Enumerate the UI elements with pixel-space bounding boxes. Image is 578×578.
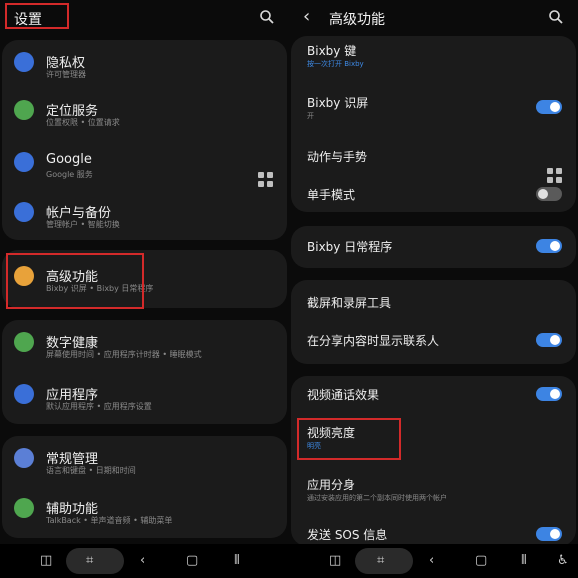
share-contacts-toggle[interactable] xyxy=(536,333,562,347)
search-icon[interactable] xyxy=(548,9,564,25)
nav-bar: ◫ ⌗ ‹ ▢ ⦀ ♿ xyxy=(289,544,578,578)
setting-one-handed-mode[interactable]: 单手模式 xyxy=(291,184,576,204)
apps-grid-icon xyxy=(14,384,34,404)
nav-bar: ◫ ⌗ ‹ ▢ ⦀ xyxy=(0,544,289,578)
back-arrow-icon[interactable]: ‹ xyxy=(303,6,310,27)
page-title: 高级功能 xyxy=(329,12,385,28)
video-brightness-highlight-box xyxy=(297,418,401,460)
advanced-group-1: Bixby 键 按一次打开 Bixby Bixby 识屏 开 动作与手势 单手模… xyxy=(291,36,576,212)
accessibility-shortcut-icon[interactable]: ♿ xyxy=(557,553,569,568)
settings-item-accessibility[interactable]: 辅助功能 TalkBack • 单声道音频 • 辅助菜单 xyxy=(2,498,287,526)
location-pin-icon xyxy=(14,100,34,120)
setting-bixby-vision[interactable]: Bixby 识屏 开 xyxy=(291,94,576,122)
settings-header: 设置 xyxy=(0,0,289,36)
settings-panel: 设置 隐私权 许可管理器 定位服务 位置权限 • 位置请求 Google Goo… xyxy=(0,0,289,578)
back-icon[interactable]: ‹ xyxy=(140,553,145,568)
setting-screenshot-recorder[interactable]: 截屏和录屏工具 xyxy=(291,294,576,314)
sync-icon xyxy=(14,202,34,222)
settings-item-digital-wellbeing[interactable]: 数字健康 屏幕使用时间 • 应用程序计时器 • 睡眠模式 xyxy=(2,332,287,360)
setting-video-call-effects[interactable]: 视频通话效果 xyxy=(291,386,576,406)
setting-motions-gestures[interactable]: 动作与手势 xyxy=(291,146,576,166)
floating-grid-icon[interactable] xyxy=(547,168,563,184)
floating-grid-icon[interactable] xyxy=(258,172,274,188)
screenshot-icon[interactable]: ◫ xyxy=(40,553,52,568)
screenshot-icon[interactable]: ◫ xyxy=(329,553,341,568)
title-highlight-box xyxy=(5,3,69,29)
setting-share-contacts[interactable]: 在分享内容时显示联系人 xyxy=(291,332,576,352)
search-icon[interactable] xyxy=(259,9,275,25)
settings-group-4: 常规管理 语言和键盘 • 日期和时间 辅助功能 TalkBack • 单声道音频… xyxy=(2,436,287,538)
back-icon[interactable]: ‹ xyxy=(429,553,434,568)
settings-group-1: 隐私权 许可管理器 定位服务 位置权限 • 位置请求 Google Google… xyxy=(2,40,287,240)
accessibility-icon xyxy=(14,498,34,518)
advanced-group-3: 截屏和录屏工具 在分享内容时显示联系人 xyxy=(291,280,576,364)
home-pill[interactable] xyxy=(66,548,124,574)
google-icon xyxy=(14,152,34,172)
recents-icon[interactable]: ⦀ xyxy=(234,553,240,568)
recents-icon[interactable]: ⦀ xyxy=(521,553,527,568)
setting-dual-messenger[interactable]: 应用分身 通过安装应用的第二个副本同时使用两个帐户 xyxy=(291,476,576,504)
wellbeing-icon xyxy=(14,332,34,352)
video-call-effects-toggle[interactable] xyxy=(536,387,562,401)
advanced-group-2: Bixby 日常程序 xyxy=(291,226,576,268)
home-icon[interactable]: ▢ xyxy=(475,553,487,568)
settings-item-apps[interactable]: 应用程序 默认应用程序 • 应用程序设置 xyxy=(2,384,287,412)
advanced-features-highlight-box xyxy=(6,253,144,309)
scan-icon[interactable]: ⌗ xyxy=(86,553,93,568)
scan-icon[interactable]: ⌗ xyxy=(377,553,384,568)
advanced-group-4: 视频通话效果 视频亮度 明亮 应用分身 通过安装应用的第二个副本同时使用两个帐户… xyxy=(291,376,576,546)
settings-item-general-management[interactable]: 常规管理 语言和键盘 • 日期和时间 xyxy=(2,448,287,476)
sliders-icon xyxy=(14,448,34,468)
settings-item-accounts-backup[interactable]: 帐户与备份 管理帐户 • 智能切换 xyxy=(2,202,287,230)
settings-group-3: 数字健康 屏幕使用时间 • 应用程序计时器 • 睡眠模式 应用程序 默认应用程序… xyxy=(2,320,287,424)
setting-send-sos[interactable]: 发送 SOS 信息 xyxy=(291,526,576,546)
shield-icon xyxy=(14,52,34,72)
one-handed-toggle[interactable] xyxy=(536,187,562,201)
advanced-header: ‹ 高级功能 xyxy=(289,0,578,36)
home-icon[interactable]: ▢ xyxy=(186,553,198,568)
settings-item-location[interactable]: 定位服务 位置权限 • 位置请求 xyxy=(2,100,287,128)
bixby-routines-toggle[interactable] xyxy=(536,239,562,253)
setting-bixby-routines[interactable]: Bixby 日常程序 xyxy=(291,238,576,258)
settings-item-google[interactable]: Google Google 服务 xyxy=(2,152,287,180)
setting-bixby-key[interactable]: Bixby 键 按一次打开 Bixby xyxy=(291,42,576,70)
settings-item-privacy[interactable]: 隐私权 许可管理器 xyxy=(2,52,287,80)
bixby-vision-toggle[interactable] xyxy=(536,100,562,114)
send-sos-toggle[interactable] xyxy=(536,527,562,541)
advanced-features-panel: ‹ 高级功能 Bixby 键 按一次打开 Bixby Bixby 识屏 开 动作… xyxy=(289,0,578,578)
